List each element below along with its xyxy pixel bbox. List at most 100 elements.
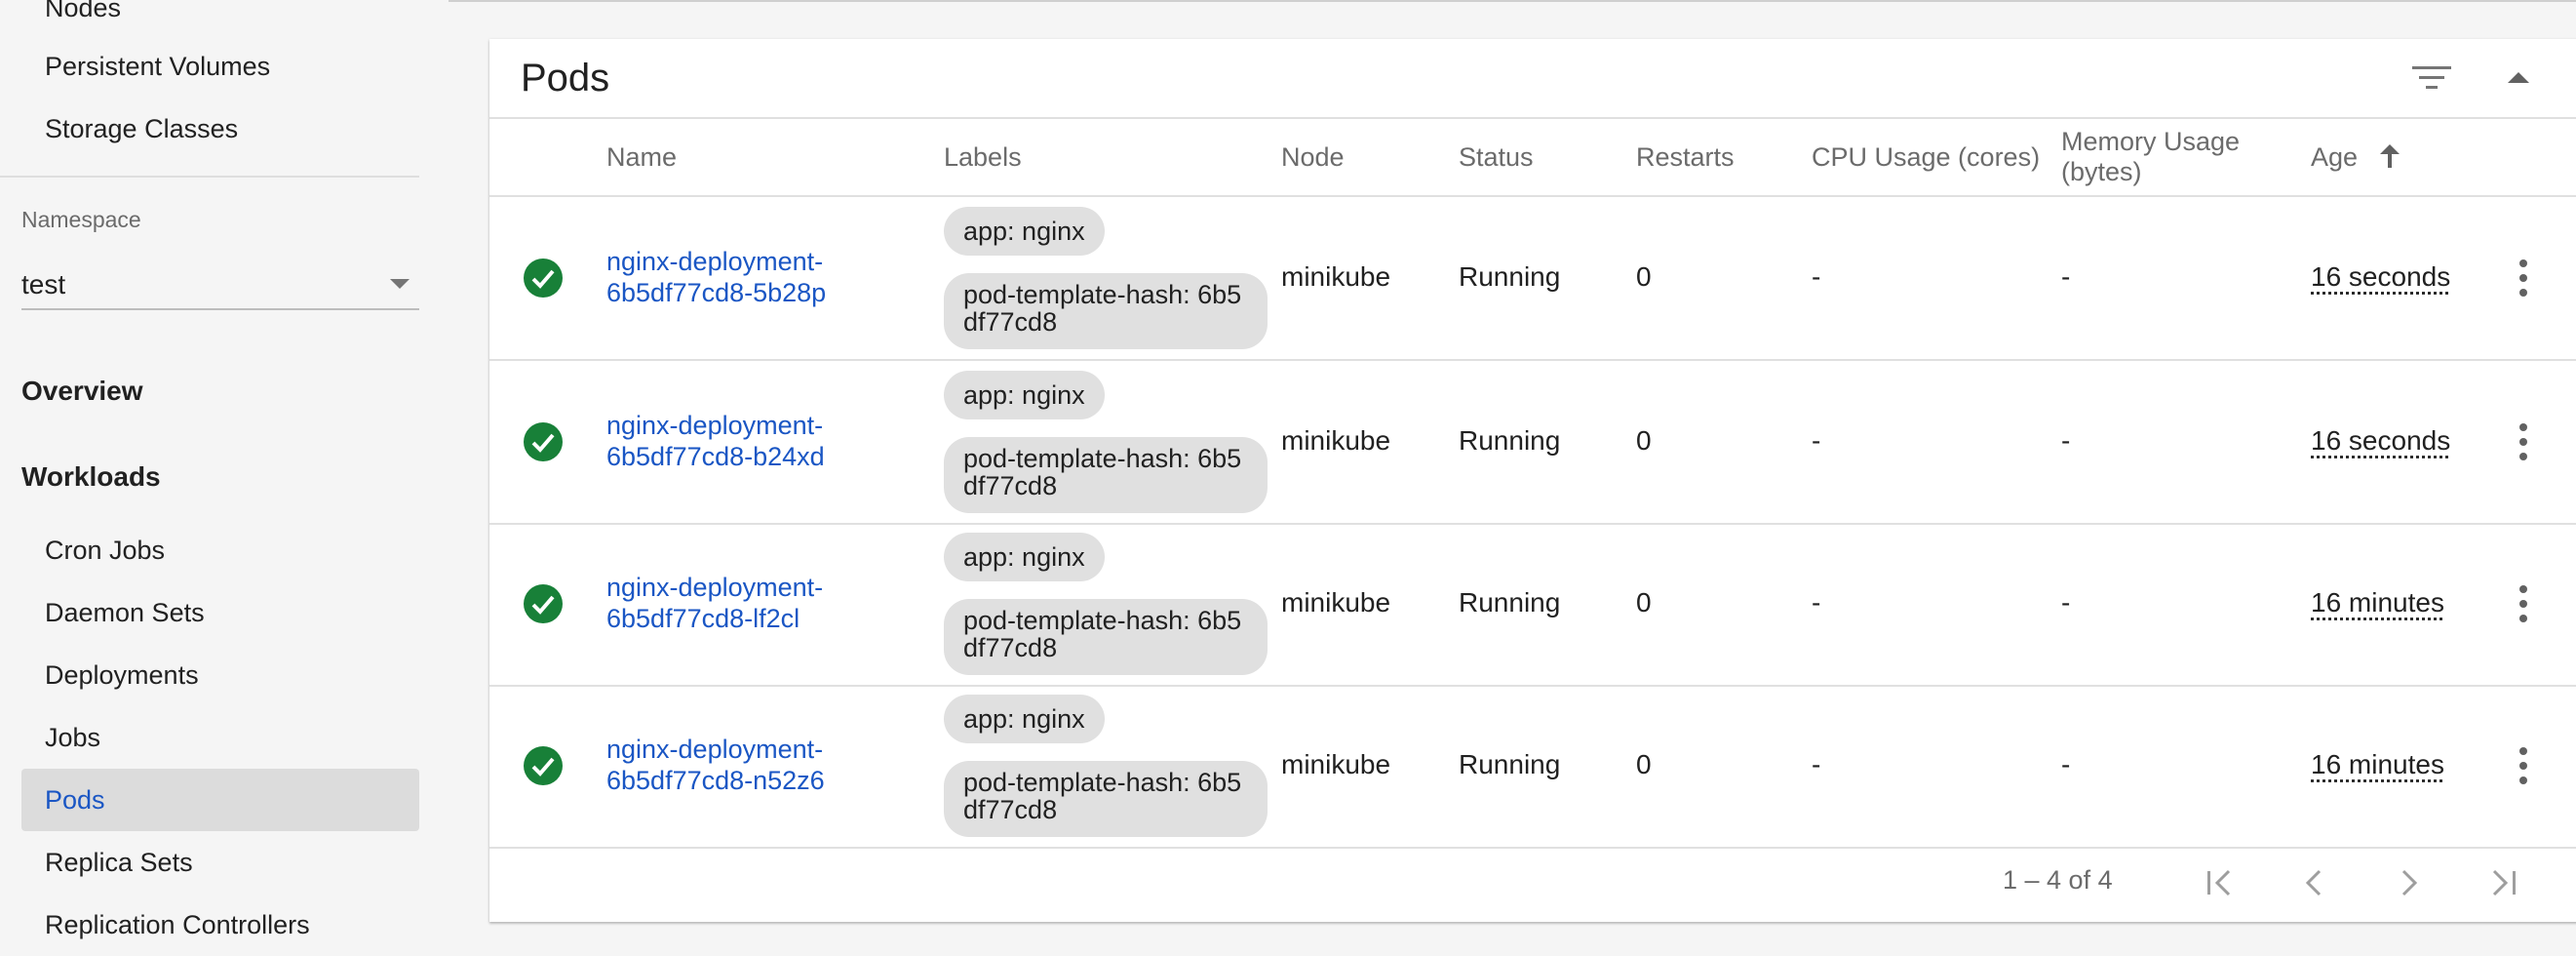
next-page-icon[interactable] <box>2385 859 2432 906</box>
caret-up-icon[interactable] <box>2506 68 2531 88</box>
sidebar-item-label: Daemon Sets <box>45 597 205 627</box>
pod-name-link[interactable]: nginx-deployment- 6b5df77cd8-b24xd <box>606 410 899 472</box>
sidebar-divider <box>0 176 419 178</box>
check-circle-icon <box>524 746 563 785</box>
sidebar-section-workloads[interactable]: Workloads <box>21 461 161 493</box>
label-chip: app: nginx <box>944 695 1105 743</box>
more-vert-icon[interactable] <box>2514 583 2533 624</box>
prev-page-icon[interactable] <box>2291 859 2338 906</box>
sidebar-item-nodes[interactable]: Nodes <box>21 0 419 39</box>
cpu-cell: - <box>1812 587 1821 617</box>
sidebar-item-persistent-volumes[interactable]: Persistent Volumes <box>21 35 419 98</box>
check-circle-icon <box>524 259 563 298</box>
sidebar-item-storage-classes[interactable]: Storage Classes <box>21 98 419 160</box>
column-header-restarts[interactable]: Restarts <box>1636 119 1735 195</box>
check-circle-icon <box>524 422 563 461</box>
filter-icon[interactable] <box>2412 64 2451 92</box>
table-row: nginx-deployment- 6b5df77cd8-lf2cl app: n… <box>489 523 2576 687</box>
memory-cell: - <box>2061 587 2071 617</box>
restarts-cell: 0 <box>1636 749 1652 779</box>
sidebar-item-label: Cron Jobs <box>45 535 166 565</box>
node-cell: minikube <box>1281 425 1391 456</box>
pod-name-line: 6b5df77cd8-5b28p <box>606 278 827 307</box>
age-cell: 16 seconds <box>2311 425 2451 456</box>
column-header-status[interactable]: Status <box>1459 119 1534 195</box>
sidebar-item-label: Replication Controllers <box>45 909 310 939</box>
table-row: nginx-deployment- 6b5df77cd8-5b28p app: n… <box>489 197 2576 361</box>
status-cell: Running <box>1459 261 1561 292</box>
status-cell: Running <box>1459 587 1561 617</box>
age-cell: 16 seconds <box>2311 261 2451 292</box>
label-chip: pod-template-hash: 6b5df77cd8 <box>944 599 1268 675</box>
column-header-memory: Memory Usage (bytes) <box>2061 127 2241 186</box>
pod-name-line: nginx-deployment- <box>606 247 824 276</box>
sidebar-item-label: Pods <box>45 784 105 815</box>
label-chip: app: nginx <box>944 533 1105 581</box>
sidebar-item-label: Deployments <box>45 659 199 690</box>
more-vert-icon[interactable] <box>2514 745 2533 786</box>
restarts-cell: 0 <box>1636 587 1652 617</box>
pagination-range: 1 – 4 of 4 <box>2003 865 2113 895</box>
sidebar-item-label: Persistent Volumes <box>45 51 271 81</box>
label-chip: pod-template-hash: 6b5df77cd8 <box>944 273 1268 349</box>
sidebar-item-replica-sets[interactable]: Replica Sets <box>21 831 419 894</box>
namespace-label: Namespace <box>21 207 141 232</box>
node-cell: minikube <box>1281 261 1391 292</box>
restarts-cell: 0 <box>1636 425 1652 456</box>
sidebar-item-deployments[interactable]: Deployments <box>21 644 419 706</box>
card-header: Pods <box>489 39 2576 119</box>
node-cell: minikube <box>1281 749 1391 779</box>
sidebar-item-jobs[interactable]: Jobs <box>21 706 419 769</box>
status-cell: Running <box>1459 425 1561 456</box>
pod-name-link[interactable]: nginx-deployment- 6b5df77cd8-n52z6 <box>606 734 899 796</box>
dropdown-caret-icon <box>390 279 410 289</box>
label-chip: app: nginx <box>944 371 1105 419</box>
more-vert-icon[interactable] <box>2514 258 2533 299</box>
arrow-up-icon <box>2380 144 2400 168</box>
age-cell: 16 minutes <box>2311 749 2444 779</box>
status-cell: Running <box>1459 749 1561 779</box>
column-header-name[interactable]: Name <box>606 119 677 195</box>
age-cell: 16 minutes <box>2311 587 2444 617</box>
label-chip: pod-template-hash: 6b5df77cd8 <box>944 761 1268 837</box>
label-chip: pod-template-hash: 6b5df77cd8 <box>944 437 1268 513</box>
pod-name-link[interactable]: nginx-deployment- 6b5df77cd8-5b28p <box>606 246 899 308</box>
column-header-age-label: Age <box>2311 141 2359 172</box>
sidebar-item-label: Replica Sets <box>45 847 193 877</box>
column-header-age[interactable]: Age <box>2311 119 2400 195</box>
pod-name-line: nginx-deployment- <box>606 735 824 764</box>
sidebar-item-daemon-sets[interactable]: Daemon Sets <box>21 581 419 644</box>
sidebar-item-label: Storage Classes <box>45 113 239 143</box>
cpu-cell: - <box>1812 425 1821 456</box>
check-circle-icon <box>524 584 563 623</box>
memory-cell: - <box>2061 749 2071 779</box>
pods-card: Pods Name Labels Node Status Restarts CP… <box>489 39 2576 922</box>
memory-cell: - <box>2061 425 2071 456</box>
pagination-bar: 1 – 4 of 4 <box>489 844 2576 922</box>
more-vert-icon[interactable] <box>2514 421 2533 462</box>
last-page-icon[interactable] <box>2478 859 2525 906</box>
cpu-cell: - <box>1812 261 1821 292</box>
sidebar: Nodes Persistent Volumes Storage Classes… <box>0 0 449 952</box>
pod-name-line: 6b5df77cd8-b24xd <box>606 442 825 471</box>
first-page-icon[interactable] <box>2198 859 2244 906</box>
pod-name-link[interactable]: nginx-deployment- 6b5df77cd8-lf2cl <box>606 572 899 634</box>
node-cell: minikube <box>1281 587 1391 617</box>
sidebar-item-label: Nodes <box>45 0 122 22</box>
namespace-value: test <box>21 269 66 299</box>
pod-name-line: nginx-deployment- <box>606 411 824 440</box>
sidebar-item-overview[interactable]: Overview <box>21 376 143 407</box>
pod-name-line: 6b5df77cd8-n52z6 <box>606 766 825 795</box>
pod-name-line: nginx-deployment- <box>606 573 824 602</box>
memory-cell: - <box>2061 261 2071 292</box>
sidebar-item-replication-controllers[interactable]: Replication Controllers <box>21 894 419 956</box>
sidebar-item-label: Jobs <box>45 722 101 752</box>
column-header-node[interactable]: Node <box>1281 119 1345 195</box>
page-title: Pods <box>521 57 610 100</box>
table-row: nginx-deployment- 6b5df77cd8-n52z6 app: n… <box>489 685 2576 849</box>
namespace-select[interactable]: test <box>21 261 419 310</box>
sidebar-item-cron-jobs[interactable]: Cron Jobs <box>21 519 419 581</box>
sidebar-item-pods[interactable]: Pods <box>21 769 419 831</box>
table-row: nginx-deployment- 6b5df77cd8-b24xd app: n… <box>489 361 2576 525</box>
restarts-cell: 0 <box>1636 261 1652 292</box>
